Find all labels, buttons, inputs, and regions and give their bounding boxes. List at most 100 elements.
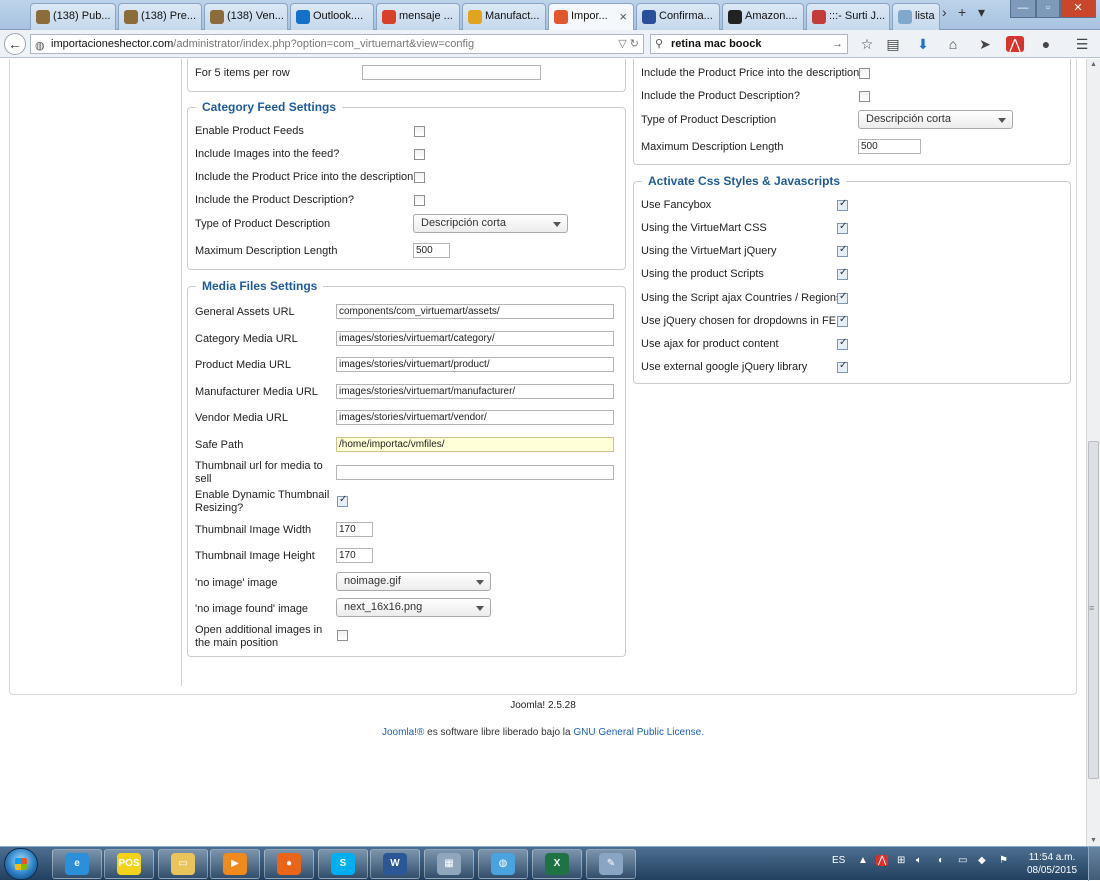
taskbar-app-button[interactable]: e	[52, 849, 102, 879]
css-js-item-label: Using the VirtueMart jQuery	[641, 245, 777, 257]
search-go-icon[interactable]: →	[832, 35, 843, 53]
search-bar[interactable]: ⚲ retina mac boock →	[650, 34, 848, 54]
google-jquery-checkbox[interactable]	[837, 360, 848, 373]
pos-icon: POS	[117, 853, 141, 875]
tray-expand-icon[interactable]: ▲	[858, 855, 868, 866]
gpl-link[interactable]: GNU General Public License.	[573, 727, 704, 738]
menu-icon[interactable]: ☰	[1073, 36, 1091, 52]
browser-tab[interactable]: mensaje ...	[376, 3, 460, 30]
vendor-media-input[interactable]: images/stories/virtuemart/vendor/	[336, 410, 614, 425]
maximize-icon[interactable]: ▫	[1036, 0, 1060, 18]
css-js-fieldset: Activate Css Styles & Javascripts Use Fa…	[633, 174, 1071, 384]
home-icon[interactable]: ⌂	[944, 36, 962, 52]
browser-tab[interactable]: lista	[892, 3, 940, 30]
page-scrollbar[interactable]: ▲ ≡ ▼	[1086, 59, 1100, 846]
items-per-row-input[interactable]	[362, 65, 541, 80]
flag-icon[interactable]: ⚑	[999, 855, 1008, 866]
system-clock[interactable]: 11:54 a.m. 08/05/2015	[1022, 851, 1082, 877]
chat-icon[interactable]: ●	[1037, 36, 1055, 52]
joomla-link[interactable]: Joomla!®	[382, 727, 424, 738]
taskbar-app-button[interactable]: ▶	[210, 849, 260, 879]
windows-taskbar: ES ▲ ⋀ ⊞ 🔈︎ ◐ ▭ ◆ ⚑ 11:54 a.m. 08/05/201…	[0, 846, 1100, 881]
taskbar-app-button[interactable]: ✎	[586, 849, 636, 879]
browser-tab[interactable]: :::- Surti J...	[806, 3, 890, 30]
safe-path-label: Safe Path	[195, 439, 244, 451]
language-indicator[interactable]: ES	[832, 855, 845, 866]
right-include-price-checkbox[interactable]	[859, 68, 870, 79]
max-len-input[interactable]: 500	[413, 243, 450, 258]
bookmarks-list-icon[interactable]: ▤	[884, 36, 902, 52]
taskbar-app-button[interactable]: ▭	[158, 849, 208, 879]
chevron-down-icon	[998, 118, 1006, 123]
new-tab-icon[interactable]: +	[958, 4, 966, 20]
reload-icon[interactable]: ▽ ↻	[618, 35, 639, 53]
minimize-icon[interactable]: —	[1010, 0, 1036, 18]
vm-css-checkbox[interactable]	[837, 221, 848, 234]
taskbar-app-button[interactable]: S	[318, 849, 368, 879]
acrobat-tray-icon[interactable]: ⋀	[876, 855, 889, 866]
no-image-found-select[interactable]: next_16x16.png	[336, 598, 491, 617]
no-image-select[interactable]: noimage.gif	[336, 572, 491, 591]
category-media-input[interactable]: images/stories/virtuemart/category/	[336, 331, 614, 346]
thumb-sell-input[interactable]	[336, 465, 614, 480]
include-images-checkbox[interactable]	[414, 149, 425, 160]
close-tab-icon[interactable]: ×	[619, 4, 627, 29]
bookmark-star-icon[interactable]: ☆	[858, 36, 876, 52]
manufacturer-media-input[interactable]: images/stories/virtuemart/manufacturer/	[336, 384, 614, 399]
show-desktop-button[interactable]	[1088, 847, 1100, 881]
browser-tab[interactable]: (138) Pub...	[30, 3, 116, 30]
browser-tab[interactable]: Confirma...	[636, 3, 720, 30]
tab-scroll-right-icon[interactable]: ›	[942, 4, 947, 20]
category-media-label: Category Media URL	[195, 333, 298, 345]
chevron-down-icon	[476, 580, 484, 585]
thumb-width-input[interactable]: 170	[336, 522, 373, 537]
browser-tab[interactable]: Impor... ×	[548, 3, 634, 31]
jquery-chosen-checkbox[interactable]	[837, 314, 848, 327]
close-window-icon[interactable]: ✕	[1060, 0, 1096, 18]
dyn-thumb-checkbox[interactable]	[337, 494, 348, 507]
browser-tab[interactable]: Manufact...	[462, 3, 546, 30]
desc-type-select[interactable]: Descripción corta	[413, 214, 568, 233]
network-tray-icon[interactable]: ⊞	[897, 855, 905, 866]
vm-jquery-checkbox[interactable]	[837, 244, 848, 257]
start-button[interactable]	[4, 848, 38, 880]
address-bar[interactable]: ◍ importacioneshector.com/administrator/…	[30, 34, 644, 54]
include-price-checkbox[interactable]	[414, 172, 425, 183]
right-include-description-checkbox[interactable]	[859, 91, 870, 102]
browser-tab[interactable]: (138) Pre...	[118, 3, 202, 30]
addon-icon[interactable]: ⋀	[1006, 36, 1024, 52]
enable-feeds-checkbox[interactable]	[414, 126, 425, 137]
right-desc-type-select[interactable]: Descripción corta	[858, 110, 1013, 129]
display-tray-icon[interactable]: ▭	[958, 855, 967, 866]
safe-path-input[interactable]: /home/importac/vmfiles/	[336, 437, 614, 452]
product-media-input[interactable]: images/stories/virtuemart/product/	[336, 357, 614, 372]
right-max-len-input[interactable]: 500	[858, 139, 921, 154]
taskbar-app-button[interactable]: W	[370, 849, 420, 879]
include-description-checkbox[interactable]	[414, 195, 425, 206]
tab-list-icon[interactable]: ▾	[978, 4, 985, 21]
browser-tab[interactable]: Amazon....	[722, 3, 804, 30]
back-button[interactable]: ←	[4, 33, 26, 55]
taskbar-app-button[interactable]: ◍	[478, 849, 528, 879]
general-assets-input[interactable]: components/com_virtuemart/assets/	[336, 304, 614, 319]
globe-icon: ◍	[35, 40, 45, 52]
fancybox-checkbox[interactable]	[837, 198, 848, 211]
taskbar-app-button[interactable]: X	[532, 849, 582, 879]
thumb-height-input[interactable]: 170	[336, 548, 373, 563]
scroll-down-icon[interactable]: ▼	[1090, 837, 1097, 844]
taskbar-app-button[interactable]: POS	[104, 849, 154, 879]
open-additional-checkbox[interactable]	[337, 630, 348, 641]
download-icon[interactable]: ⬇	[914, 36, 932, 52]
product-scripts-checkbox[interactable]	[837, 267, 848, 280]
scroll-up-icon[interactable]: ▲	[1090, 61, 1097, 68]
ajax-product-checkbox[interactable]	[837, 337, 848, 350]
send-icon[interactable]: ➤	[976, 36, 994, 52]
app-tray-icon[interactable]: ◆	[978, 855, 986, 866]
ajax-countries-checkbox[interactable]	[837, 291, 848, 304]
browser-tab[interactable]: (138) Ven...	[204, 3, 288, 30]
browser-tab[interactable]: Outlook....	[290, 3, 374, 30]
sync-tray-icon[interactable]: ◐	[938, 855, 944, 866]
volume-icon[interactable]: 🔈︎	[916, 855, 922, 866]
taskbar-app-button[interactable]: ●	[264, 849, 314, 879]
taskbar-app-button[interactable]: ▦	[424, 849, 474, 879]
